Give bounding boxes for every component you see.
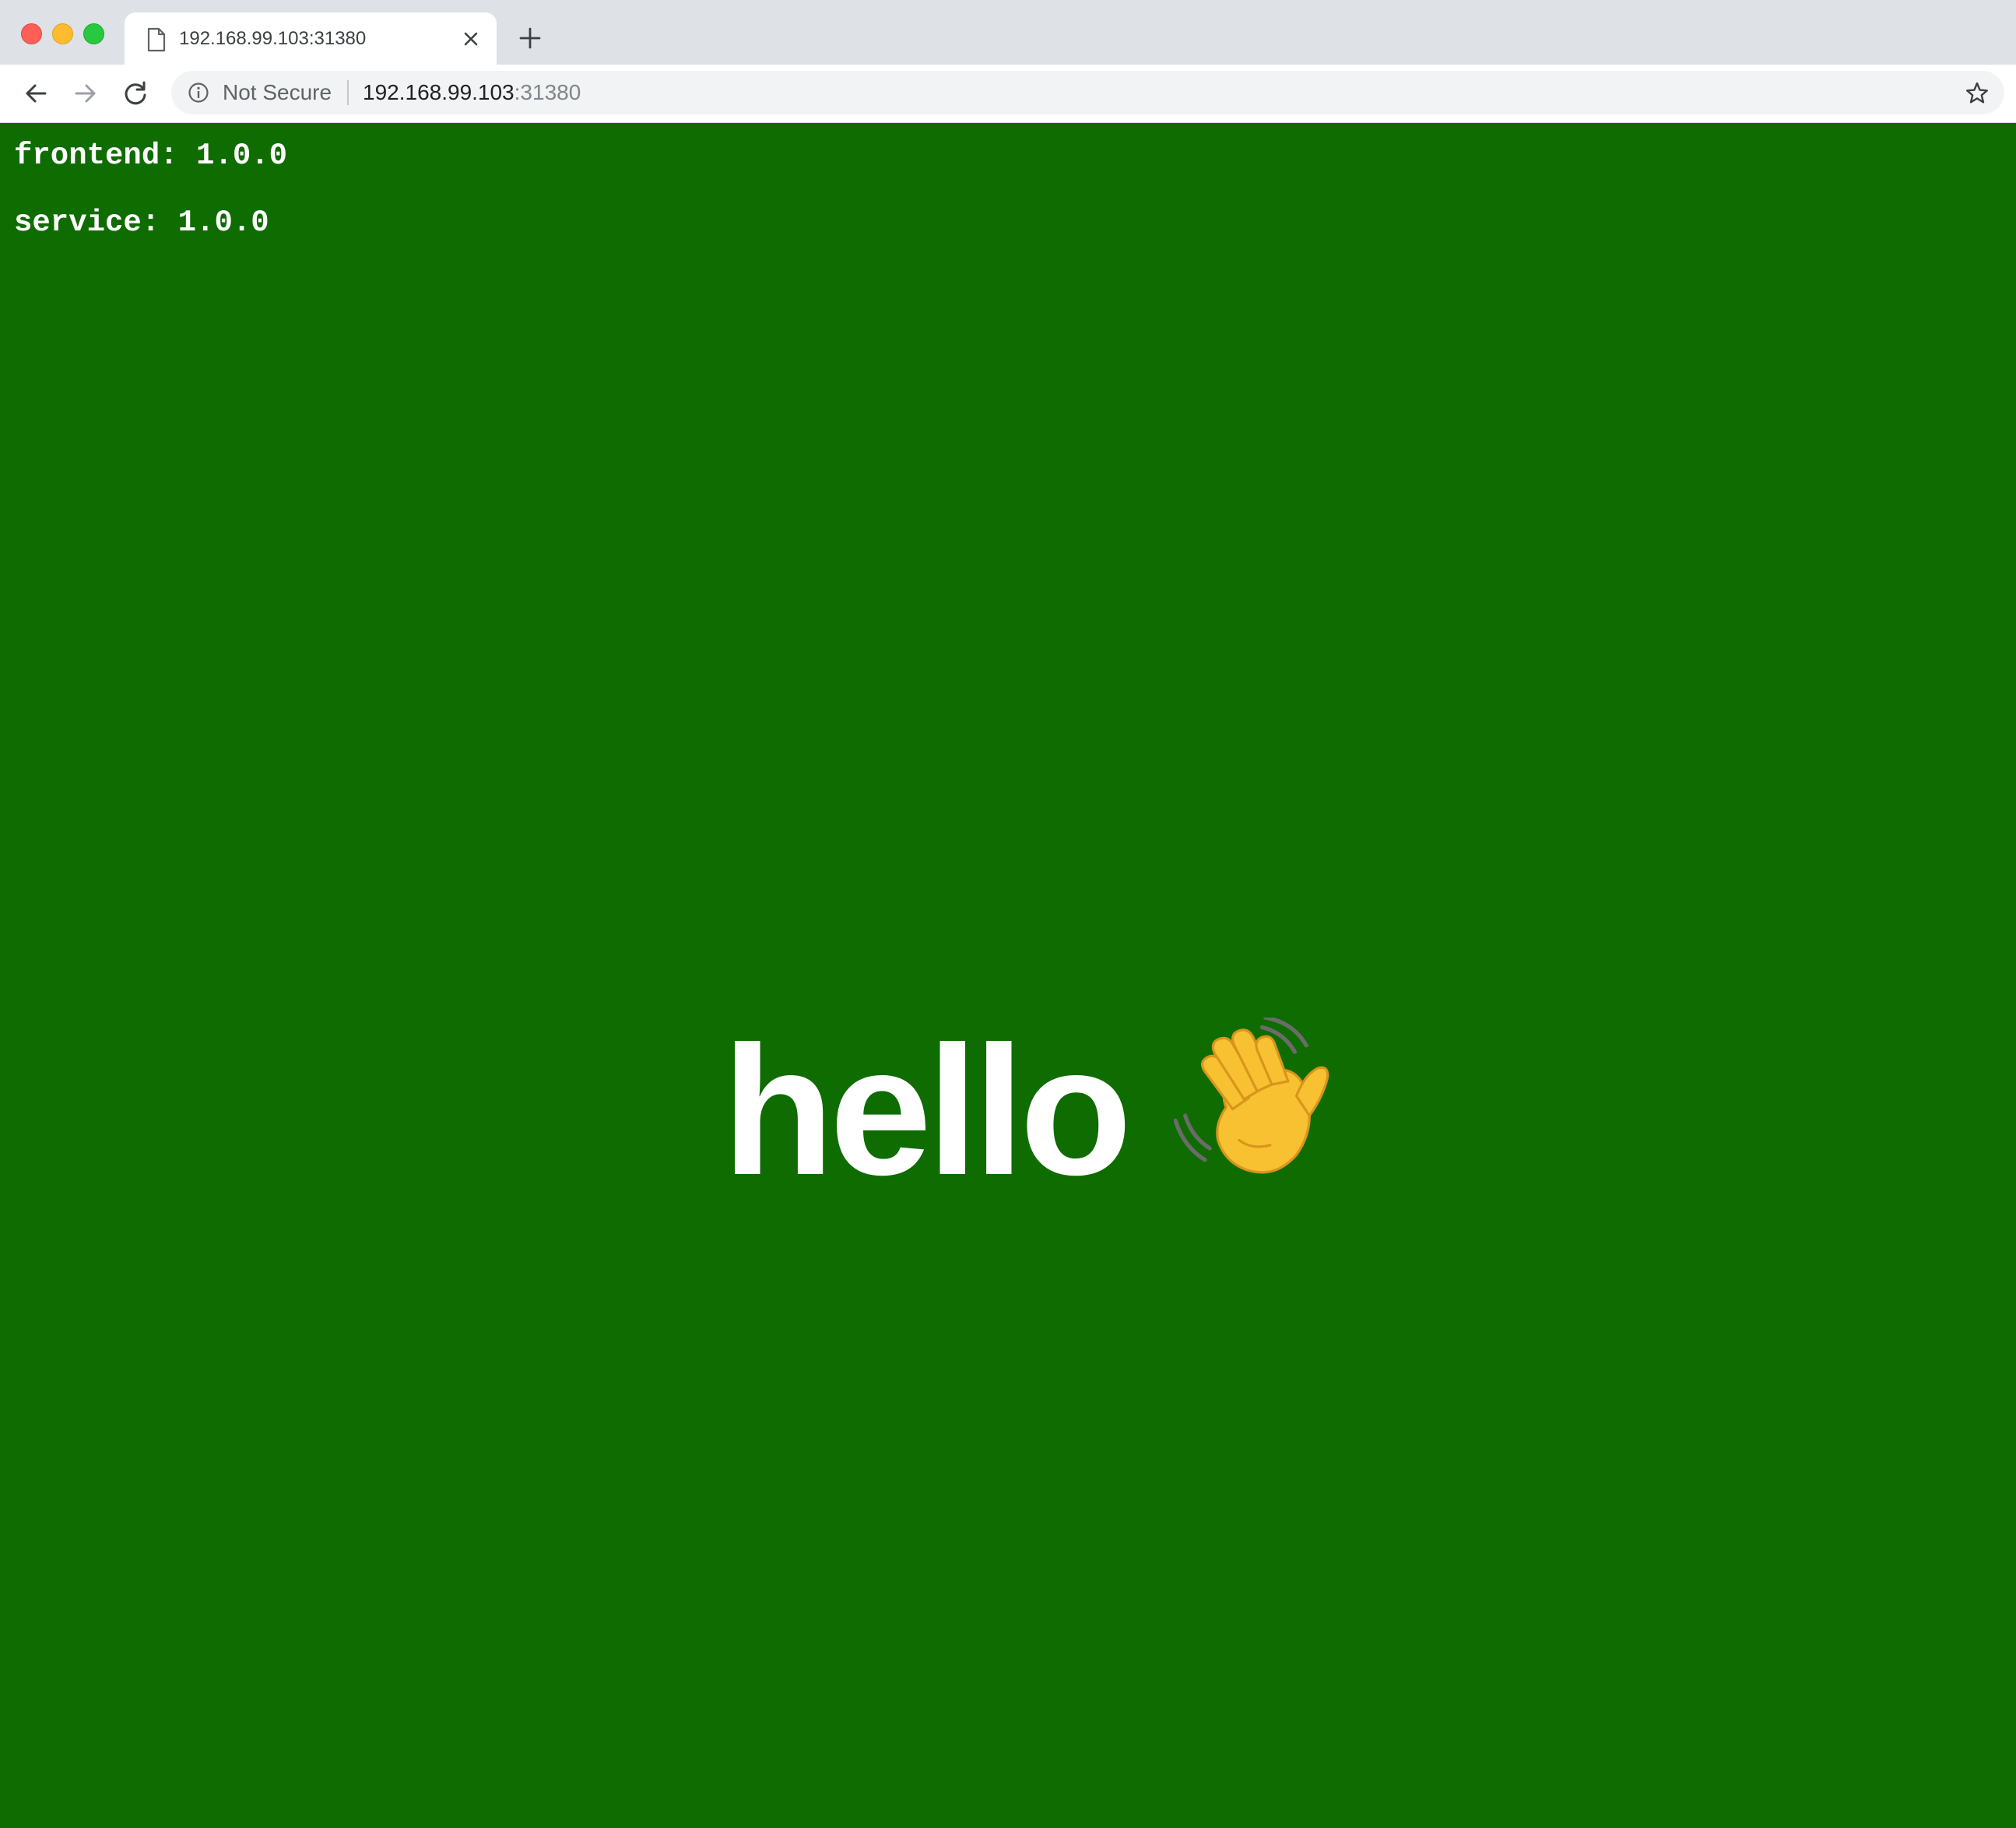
- reload-icon[interactable]: [120, 78, 151, 109]
- frontend-version: frontend: 1.0.0: [14, 139, 288, 173]
- address-bar[interactable]: Not Secure 192.168.99.103:31380: [171, 71, 2004, 114]
- security-status[interactable]: Not Secure: [223, 80, 332, 105]
- browser-window: 192.168.99.103:31380 Not Secure 192.168.…: [0, 0, 2016, 1828]
- bookmark-star-icon[interactable]: [1964, 80, 1990, 107]
- tab-title: 192.168.99.103:31380: [179, 28, 367, 49]
- close-window-button[interactable]: [21, 23, 42, 44]
- waving-hand-icon: [1174, 1017, 1329, 1174]
- new-tab-icon[interactable]: [517, 25, 543, 51]
- page-viewport: frontend: 1.0.0 service: 1.0.0 hello: [0, 123, 2016, 1828]
- browser-tab[interactable]: 192.168.99.103:31380: [125, 12, 497, 65]
- document-icon: [147, 27, 166, 52]
- greeting-text: hello: [722, 1007, 1133, 1214]
- tab-strip: 192.168.99.103:31380: [0, 0, 2016, 65]
- zoom-window-button[interactable]: [83, 23, 104, 44]
- back-icon[interactable]: [20, 78, 51, 109]
- greeting: hello: [0, 995, 2016, 1212]
- url-port: :31380: [514, 80, 581, 104]
- omnibox-divider: [347, 80, 349, 105]
- browser-toolbar: Not Secure 192.168.99.103:31380: [0, 65, 2016, 123]
- service-version: service: 1.0.0: [14, 206, 269, 240]
- minimize-window-button[interactable]: [52, 23, 73, 44]
- close-tab-icon[interactable]: [459, 27, 483, 51]
- url-text[interactable]: 192.168.99.103:31380: [363, 80, 581, 105]
- info-icon[interactable]: [187, 81, 210, 104]
- forward-icon[interactable]: [70, 78, 101, 109]
- url-host: 192.168.99.103: [363, 80, 515, 104]
